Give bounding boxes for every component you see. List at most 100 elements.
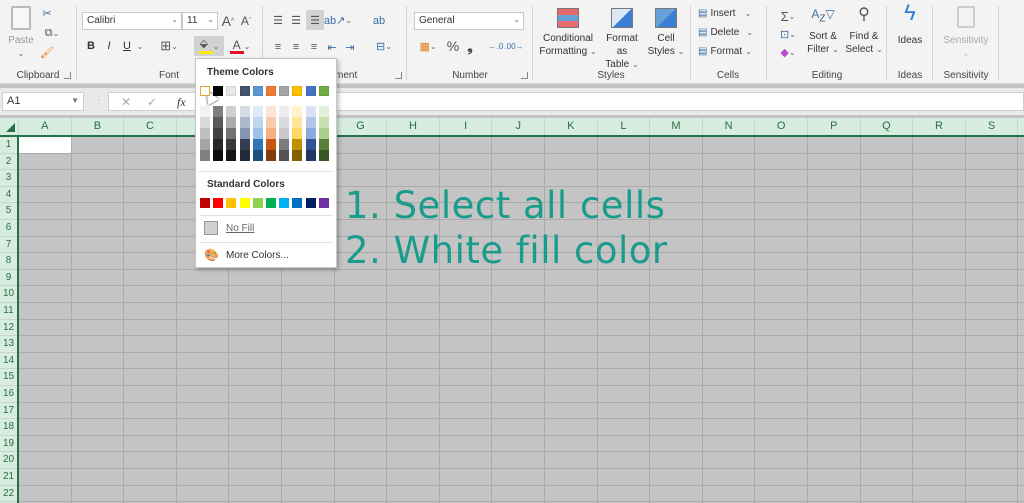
theme-color-swatch[interactable] (305, 86, 316, 96)
theme-shade-swatch[interactable] (305, 117, 316, 128)
theme-shade-swatch[interactable] (252, 150, 263, 161)
theme-shade-swatch[interactable] (266, 128, 276, 139)
theme-shade-swatch[interactable] (226, 128, 237, 139)
row-header-5[interactable]: 5 (0, 203, 17, 220)
column-header-o[interactable]: O (755, 118, 808, 135)
theme-color-swatch[interactable] (279, 86, 290, 96)
drag-handle-icon[interactable]: ⋮ (94, 95, 104, 106)
theme-shade-swatch[interactable] (305, 150, 316, 161)
theme-shade-swatch[interactable] (292, 139, 303, 150)
theme-shade-swatch[interactable] (226, 117, 237, 128)
standard-color-swatch[interactable] (266, 198, 276, 208)
standard-color-swatch[interactable] (305, 198, 316, 208)
bottom-align-icon[interactable]: ☰ (306, 10, 324, 30)
theme-shade-swatch[interactable] (292, 150, 303, 161)
row-header-16[interactable]: 16 (0, 386, 17, 403)
merge-center-icon[interactable]: ⊟ ⌄ (370, 38, 398, 54)
align-right-icon[interactable]: ≡ (306, 40, 322, 54)
theme-shade-swatch[interactable] (239, 117, 250, 128)
theme-shade-swatch[interactable] (292, 128, 303, 139)
theme-color-swatch[interactable] (252, 86, 263, 96)
clear-icon[interactable]: ◆ ⌄ (776, 44, 800, 60)
name-box[interactable]: A1 ▼ (2, 92, 84, 111)
dialog-launcher-icon[interactable] (64, 72, 71, 79)
row-header-19[interactable]: 19 (0, 436, 17, 453)
autosum-icon[interactable]: Σ ⌄ (776, 8, 800, 24)
theme-shade-swatch[interactable] (318, 150, 329, 161)
standard-color-swatch[interactable] (200, 198, 210, 208)
theme-shade-swatch[interactable] (318, 128, 329, 139)
column-header-c[interactable]: C (124, 118, 177, 135)
theme-shade-swatch[interactable] (305, 106, 316, 117)
underline-button[interactable]: U (120, 38, 134, 54)
theme-shade-swatch[interactable] (279, 106, 290, 117)
theme-shade-swatch[interactable] (279, 150, 290, 161)
theme-color-swatch[interactable] (292, 86, 303, 96)
standard-color-swatch[interactable] (279, 198, 290, 208)
row-header-13[interactable]: 13 (0, 336, 17, 353)
comma-style-button[interactable]: ❟ (464, 37, 476, 55)
theme-shade-swatch[interactable] (266, 106, 276, 117)
bold-button[interactable]: B (84, 38, 98, 54)
increase-decimal-icon[interactable]: ←.0 (488, 38, 504, 54)
column-header-h[interactable]: H (387, 118, 440, 135)
no-fill-option[interactable]: No Fill (204, 221, 254, 235)
more-colors-option[interactable]: 🎨 More Colors... (204, 248, 289, 262)
grow-font-button[interactable]: A ^ (220, 12, 236, 30)
decrease-decimal-icon[interactable]: .00→ (504, 38, 523, 54)
align-center-icon[interactable]: ≡ (288, 40, 304, 54)
theme-shade-swatch[interactable] (252, 117, 263, 128)
theme-shade-swatch[interactable] (305, 128, 316, 139)
theme-shade-swatch[interactable] (200, 106, 210, 117)
theme-shade-swatch[interactable] (239, 139, 250, 150)
theme-color-swatch[interactable] (318, 86, 329, 96)
theme-shade-swatch[interactable] (200, 128, 210, 139)
column-header-j[interactable]: J (492, 118, 545, 135)
column-header-b[interactable]: B (72, 118, 125, 135)
theme-shade-swatch[interactable] (213, 139, 224, 150)
theme-shade-swatch[interactable] (266, 150, 276, 161)
ideas-button[interactable]: ϟ Ideas (890, 2, 930, 47)
fill-icon[interactable]: ⊡ ⌄ (776, 26, 800, 42)
theme-shade-swatch[interactable] (213, 106, 224, 117)
enter-icon[interactable]: ✓ (147, 95, 157, 109)
theme-shade-swatch[interactable] (318, 117, 329, 128)
column-header-p[interactable]: P (808, 118, 861, 135)
underline-dropdown[interactable]: ⌄ (136, 38, 144, 54)
theme-shade-swatch[interactable] (266, 117, 276, 128)
row-header-2[interactable]: 2 (0, 154, 17, 171)
theme-shade-swatch[interactable] (252, 139, 263, 150)
column-header-r[interactable]: R (913, 118, 966, 135)
cell-styles-button[interactable]: Cell Styles ⌄ (646, 8, 686, 58)
standard-color-swatch[interactable] (252, 198, 263, 208)
standard-color-swatch[interactable] (226, 198, 237, 208)
paste-button[interactable]: Paste ⌄ (4, 6, 38, 60)
column-header-l[interactable]: L (598, 118, 651, 135)
theme-shade-swatch[interactable] (226, 106, 237, 117)
insert-button[interactable]: ▤ Insert ⌄ (698, 8, 751, 19)
theme-shade-swatch[interactable] (226, 150, 237, 161)
align-left-icon[interactable]: ≡ (270, 40, 286, 54)
row-header-11[interactable]: 11 (0, 303, 17, 320)
theme-shade-swatch[interactable] (279, 117, 290, 128)
column-header-g[interactable]: G (335, 118, 388, 135)
theme-shade-swatch[interactable] (239, 128, 250, 139)
row-header-9[interactable]: 9 (0, 270, 17, 287)
standard-color-swatch[interactable] (292, 198, 303, 208)
theme-shade-swatch[interactable] (226, 139, 237, 150)
theme-color-swatch[interactable] (266, 86, 276, 96)
theme-shade-swatch[interactable] (279, 128, 290, 139)
row-header-6[interactable]: 6 (0, 220, 17, 237)
increase-indent-icon[interactable]: ⇥ (342, 40, 358, 54)
column-header-m[interactable]: M (650, 118, 703, 135)
number-format-select[interactable]: General ⌄ (414, 12, 524, 30)
row-header-14[interactable]: 14 (0, 353, 17, 370)
percent-button[interactable]: % (446, 37, 460, 55)
theme-shade-swatch[interactable] (200, 139, 210, 150)
cut-icon[interactable]: ✂ (40, 6, 54, 20)
standard-color-swatch[interactable] (213, 198, 224, 208)
row-header-20[interactable]: 20 (0, 452, 17, 469)
row-header-17[interactable]: 17 (0, 403, 17, 420)
copy-icon[interactable]: ⧉ ⌄ (40, 26, 64, 40)
decrease-indent-icon[interactable]: ⇤ (324, 40, 340, 54)
